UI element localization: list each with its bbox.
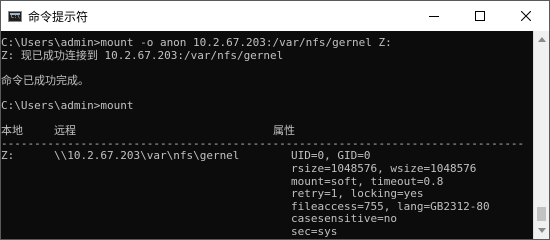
header-remote: 远程	[54, 124, 76, 138]
maximize-button[interactable]	[457, 1, 503, 31]
entry-remote-path: \\10.2.67.203\var\nfs\gernel	[54, 149, 240, 163]
entry-property: rsize=1048576, wsize=1048576	[291, 161, 477, 175]
close-icon	[521, 11, 531, 21]
mount-entry-property-line: casesensitive=no	[1, 213, 534, 226]
mount-entry-property-line: retry=1, locking=yes	[1, 188, 534, 201]
entry-local-drive: Z:	[1, 149, 15, 163]
entry-property: retry=1, locking=yes	[291, 187, 424, 201]
mount-entry-property-line: fileaccess=755, lang=GB2312-80	[1, 200, 534, 214]
vertical-scrollbar[interactable]	[533, 31, 549, 239]
header-properties: 属性	[273, 124, 295, 138]
command-prompt-window: C:\ 命令提示符 C:\Users\admin>mount -o anon 1…	[0, 0, 550, 240]
console-output[interactable]: C:\Users\admin>mount -o anon 10.2.67.203…	[1, 31, 534, 239]
command-line-mount-anon: C:\Users\admin>mount -o anon 10.2.67.203…	[1, 36, 392, 49]
entry-property: sec=sys	[291, 224, 338, 238]
mount-entry-property-line: mount=soft, timeout=0.8	[1, 175, 534, 189]
close-button[interactable]	[503, 1, 549, 31]
window-controls	[411, 1, 549, 31]
scroll-down-arrow-icon[interactable]	[538, 228, 546, 233]
mount-entry-property-line: rsize=1048576, wsize=1048576	[1, 161, 534, 176]
scrollbar-thumb[interactable]	[537, 207, 546, 221]
mount-table-header: 本地 远程 属性	[1, 125, 534, 138]
command-line-mount: C:\Users\admin>mount	[1, 98, 134, 112]
minimize-icon	[429, 16, 439, 17]
scroll-up-arrow-icon[interactable]	[538, 37, 546, 42]
output-success-message: 命令已成功完成。	[1, 73, 89, 87]
output-connected-message: Z: 现已成功连接到 10.2.67.203:/var/nfs/gernel	[1, 48, 284, 62]
cmd-icon: C:\	[8, 10, 22, 22]
title-bar[interactable]: C:\ 命令提示符	[1, 1, 549, 31]
maximize-icon	[475, 11, 485, 21]
minimize-button[interactable]	[411, 1, 457, 31]
mount-entry-property-line: sec=sys	[1, 224, 534, 239]
header-local: 本地	[1, 124, 23, 138]
window-title: 命令提示符	[28, 9, 89, 24]
